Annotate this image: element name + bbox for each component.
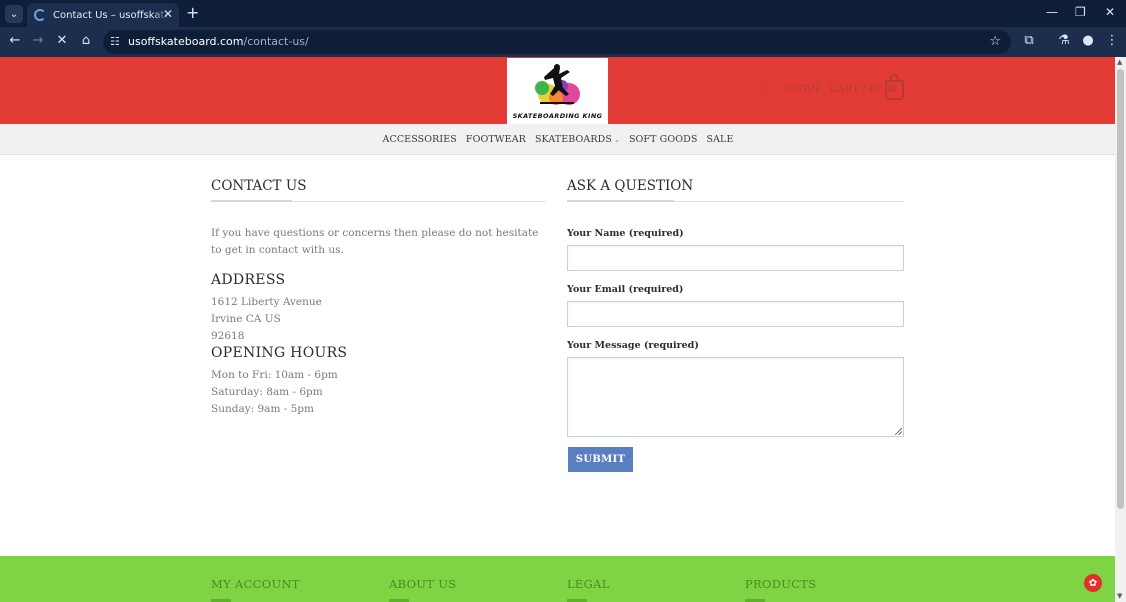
hours-line-3: Sunday: 9am - 5pm bbox=[211, 403, 314, 415]
browser-toolbar: ← → ✕ ⌂ ☷ usoffskateboard.com/contact-us… bbox=[0, 27, 1126, 57]
nav-item-skateboards-label: SKATEBOARDS bbox=[534, 133, 612, 145]
form-title: ASK A QUESTION bbox=[567, 178, 694, 194]
nav-item-accessories[interactable]: ACCESSORIES bbox=[382, 134, 456, 145]
form-title-underline bbox=[567, 200, 674, 202]
tab-title: Contact Us – usoffskateboard.com bbox=[53, 9, 170, 21]
footer-heading-about-us: ABOUT US bbox=[389, 577, 457, 591]
site-logo[interactable]: SKATEBOARDING KING bbox=[507, 58, 608, 124]
search-icon[interactable]: ⌕ bbox=[763, 82, 770, 97]
footer-heading-products: PRODUCTS bbox=[745, 577, 817, 591]
message-textarea[interactable] bbox=[567, 357, 904, 437]
contact-intro: If you have questions or concerns then p… bbox=[211, 227, 539, 256]
window-close-icon[interactable]: ✕ bbox=[1105, 5, 1115, 19]
contact-title: CONTACT US bbox=[211, 178, 307, 194]
scroll-up-icon[interactable]: ▲ bbox=[1117, 58, 1122, 66]
url-path: /contact-us/ bbox=[243, 35, 309, 48]
header-divider bbox=[820, 81, 821, 97]
chevron-down-icon: ⌄ bbox=[613, 135, 620, 144]
minimize-icon[interactable]: — bbox=[1046, 5, 1058, 19]
main-navigation: ACCESSORIES FOOTWEAR SKATEBOARDS ⌄ SOFT G… bbox=[0, 124, 1115, 155]
resize-handle-icon[interactable] bbox=[895, 428, 902, 435]
address-line-1: 1612 Liberty Avenue bbox=[211, 296, 322, 308]
url-domain: usoffskateboard.com bbox=[128, 35, 244, 48]
nav-item-footwear[interactable]: FOOTWEAR bbox=[466, 134, 526, 145]
footer-heading-my-account: MY ACCOUNT bbox=[211, 577, 300, 591]
name-label: Your Name (required) bbox=[567, 228, 684, 239]
new-tab-icon[interactable]: + bbox=[186, 3, 199, 22]
address-bar[interactable]: ☷ usoffskateboard.com/contact-us/ ☆ bbox=[103, 30, 1011, 54]
email-label: Your Email (required) bbox=[567, 284, 684, 295]
hours-line-1: Mon to Fri: 10am - 6pm bbox=[211, 369, 338, 381]
hours-line-2: Saturday: 8am - 6pm bbox=[211, 386, 323, 398]
skater-logo-icon bbox=[535, 64, 580, 105]
address-line-3: 92618 bbox=[211, 330, 245, 342]
bookmark-star-icon[interactable]: ☆ bbox=[989, 34, 1001, 49]
scrollbar-thumb[interactable] bbox=[1117, 69, 1124, 509]
email-input[interactable] bbox=[567, 301, 904, 327]
tab-close-icon[interactable]: ✕ bbox=[163, 7, 173, 21]
site-info-icon[interactable]: ☷ bbox=[110, 35, 120, 48]
back-icon[interactable]: ← bbox=[6, 33, 24, 48]
footer-heading-legal: LEGAL bbox=[567, 577, 610, 591]
name-input[interactable] bbox=[567, 245, 904, 271]
login-link[interactable]: LOGIN bbox=[784, 84, 820, 95]
contact-title-underline bbox=[211, 200, 292, 202]
extensions-icon[interactable]: ⧉ bbox=[1020, 33, 1038, 48]
address-url[interactable]: usoffskateboard.com/contact-us/ bbox=[128, 35, 309, 48]
cart-count-icon[interactable]: 0 bbox=[885, 80, 904, 100]
page-viewport: SKATEBOARDING KING ⌕ LOGIN CART / $0.00 … bbox=[0, 57, 1115, 602]
forward-icon[interactable]: → bbox=[29, 33, 47, 48]
address-line-2: Irvine CA US bbox=[211, 313, 281, 325]
floating-chat-icon[interactable]: ✿ bbox=[1084, 574, 1102, 592]
stop-loading-icon[interactable]: ✕ bbox=[53, 33, 71, 48]
browser-menu-icon[interactable]: ⋮ bbox=[1103, 33, 1121, 48]
loading-favicon-icon bbox=[34, 9, 46, 21]
labs-icon[interactable]: ⚗ bbox=[1055, 33, 1073, 48]
active-tab[interactable]: Contact Us – usoffskateboard.com ✕ bbox=[27, 3, 179, 27]
hours-heading: OPENING HOURS bbox=[211, 345, 348, 361]
tab-search-dropdown-icon[interactable]: ⌄ bbox=[5, 5, 23, 23]
submit-button[interactable]: SUBMIT bbox=[568, 447, 633, 472]
scroll-down-icon[interactable]: ▼ bbox=[1117, 592, 1122, 600]
nav-item-soft-goods[interactable]: SOFT GOODS bbox=[629, 134, 698, 145]
maximize-icon[interactable]: ❐ bbox=[1075, 5, 1086, 19]
browser-tab-bar: ⌄ Contact Us – usoffskateboard.com ✕ + —… bbox=[0, 0, 1126, 27]
address-heading: ADDRESS bbox=[211, 272, 286, 288]
site-footer: MY ACCOUNT ABOUT US LEGAL PRODUCTS bbox=[0, 556, 1115, 602]
profile-avatar-icon[interactable]: ● bbox=[1079, 33, 1097, 48]
nav-item-sale[interactable]: SALE bbox=[706, 134, 733, 145]
site-header: SKATEBOARDING KING ⌕ LOGIN CART / $0.00 … bbox=[0, 57, 1115, 124]
nav-item-skateboards[interactable]: SKATEBOARDS ⌄ bbox=[535, 134, 620, 145]
home-icon[interactable]: ⌂ bbox=[77, 33, 95, 48]
logo-text: SKATEBOARDING KING bbox=[512, 112, 603, 120]
page-scrollbar[interactable]: ▲ ▼ bbox=[1115, 57, 1126, 602]
message-label: Your Message (required) bbox=[567, 340, 699, 351]
